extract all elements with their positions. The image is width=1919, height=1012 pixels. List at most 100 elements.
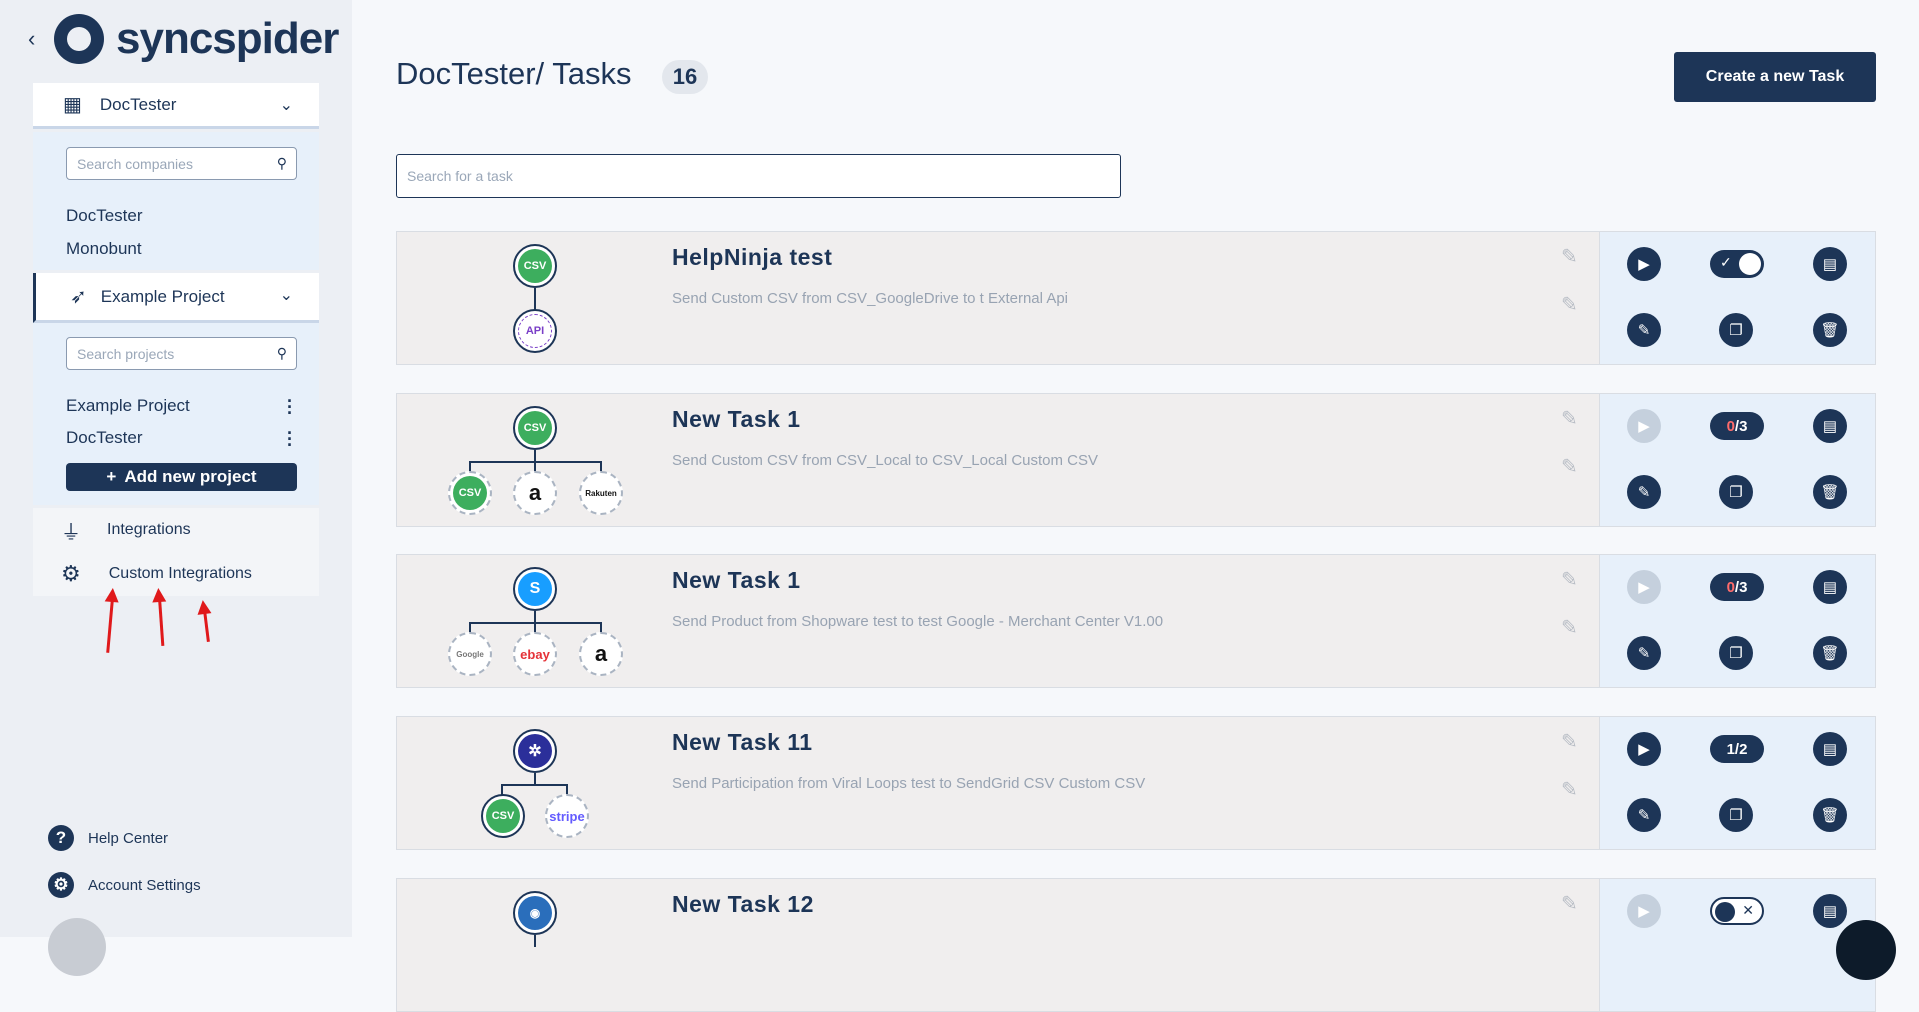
task-actions: ▶ ✕ ▤ [1599,879,1875,1011]
runs-done: 0 [1726,417,1735,435]
help-center-link[interactable]: ? Help Center [48,825,168,851]
settings-icon: ⚙ [48,872,74,898]
task-description: Send Custom CSV from CSV_GoogleDrive to … [672,290,1069,307]
logs-clipboard-icon[interactable]: ▤ [1813,894,1847,928]
task-description: Send Participation from Viral Loops test… [672,775,1146,792]
logs-clipboard-icon[interactable]: ▤ [1813,409,1847,443]
company-selector[interactable]: ▦ DocTester ⌄ [33,83,319,129]
project-item-example[interactable]: Example Project [66,396,190,416]
rocket-icon: ➶ [70,286,87,308]
task-title[interactable]: New Task 1 [672,406,801,433]
gear-icon: ⚙ [61,561,81,586]
sidebar: ‹ syncspider ▦ DocTester ⌄ Search compan… [0,0,352,976]
task-title[interactable]: New Task 12 [672,891,814,918]
task-title[interactable]: HelpNinja test [672,244,832,271]
avatar[interactable] [48,918,106,976]
plus-icon: + [106,467,117,486]
nav-custom-integrations[interactable]: ⚙ Custom Integrations [33,552,319,596]
nav-integrations[interactable]: ⏚ Integrations [33,508,319,552]
red-arrow-annotation [203,609,210,642]
edit-title-pencil-icon[interactable]: ✎ [1561,244,1578,269]
csv-label: CSV [518,411,552,445]
search-icon[interactable]: ⚲ [277,155,287,172]
run-button[interactable]: ▶ [1627,894,1661,928]
edit-task-icon[interactable]: ✎ [1627,798,1661,832]
edit-desc-pencil-icon[interactable]: ✎ [1561,615,1578,640]
helpninja-node-icon: ◉ [513,891,557,935]
company-item-monobunt[interactable]: Monobunt [66,239,142,259]
task-card: ◉ New Task 12 ✎ ▶ ✕ ▤ [396,878,1876,1012]
task-title[interactable]: New Task 11 [672,729,813,756]
edit-desc-pencil-icon[interactable]: ✎ [1561,292,1578,317]
edit-task-icon[interactable]: ✎ [1627,313,1661,347]
delete-trash-icon[interactable]: 🗑 [1813,798,1847,832]
delete-trash-icon[interactable]: 🗑 [1813,636,1847,670]
project-search-input[interactable]: Search projects ⚲ [66,337,297,370]
runs-total: /3 [1734,417,1748,435]
task-search-input[interactable]: Search for a task [396,154,1121,198]
run-count-pill: 0/3 [1710,412,1764,440]
help-icon: ? [48,825,74,851]
run-button[interactable]: ▶ [1627,732,1661,766]
edit-title-pencil-icon[interactable]: ✎ [1561,729,1578,754]
edit-desc-pencil-icon[interactable]: ✎ [1561,777,1578,802]
project-item-doctester[interactable]: DocTester [66,428,143,448]
task-title[interactable]: New Task 1 [672,567,801,594]
connector-line [501,784,567,786]
edit-task-icon[interactable]: ✎ [1627,636,1661,670]
duplicate-icon[interactable]: ❐ [1719,313,1753,347]
company-selected: DocTester [99,94,177,114]
chat-widget-button[interactable] [1836,920,1896,980]
company-item-doctester[interactable]: DocTester [66,206,143,226]
task-actions: ▶ 0/3 ▤ ✎ ❐ 🗑 [1599,555,1875,687]
red-arrow-annotation [106,597,114,653]
task-description: Send Custom CSV from CSV_Local to CSV_Lo… [672,452,1099,469]
edit-title-pencil-icon[interactable]: ✎ [1561,567,1578,592]
delete-trash-icon[interactable]: 🗑 [1813,313,1847,347]
project-selector[interactable]: ➶ Example Project ⌄ [33,273,319,323]
connector-line [534,288,536,310]
search-icon[interactable]: ⚲ [277,345,287,362]
company-search-input[interactable]: Search companies ⚲ [66,147,297,180]
stripe-node-icon: stripe [545,794,589,838]
run-button[interactable]: ▶ [1627,409,1661,443]
red-arrow-annotation [158,597,165,646]
duplicate-icon[interactable]: ❐ [1719,475,1753,509]
run-count-pill: 0/3 [1710,573,1764,601]
company-search-placeholder: Search companies [77,156,193,172]
task-active-toggle[interactable]: ✓ [1710,250,1764,278]
duplicate-icon[interactable]: ❐ [1719,636,1753,670]
logs-clipboard-icon[interactable]: ▤ [1813,732,1847,766]
project-search-placeholder: Search projects [77,346,175,362]
add-project-button[interactable]: + Add new project [66,463,297,491]
chevron-down-icon[interactable]: ⌄ [280,95,293,115]
edit-desc-pencil-icon[interactable]: ✎ [1561,454,1578,479]
nav-integrations-label: Integrations [107,521,191,538]
back-chevron-icon[interactable]: ‹ [28,26,42,52]
help-center-label: Help Center [88,829,169,847]
kebab-menu-icon[interactable]: · · · [287,392,293,422]
runs-done: 0 [1726,578,1735,596]
account-settings-link[interactable]: ⚙ Account Settings [48,872,201,898]
chevron-down-icon[interactable]: ⌄ [280,285,293,305]
task-card: CSV CSV a Rakuten New Task 1 Send Custom… [396,393,1876,527]
kebab-menu-icon[interactable]: · · · [287,424,293,454]
create-task-button[interactable]: Create a new Task [1674,52,1876,102]
run-button[interactable]: ▶ [1627,247,1661,281]
edit-title-pencil-icon[interactable]: ✎ [1561,406,1578,431]
duplicate-icon[interactable]: ❐ [1719,798,1753,832]
ebay-node-icon: ebay [513,632,557,676]
logs-clipboard-icon[interactable]: ▤ [1813,247,1847,281]
shopware-node-icon: S [513,567,557,611]
csv-node-icon: CSV [513,244,557,288]
run-button[interactable]: ▶ [1627,570,1661,604]
csv-label: CSV [486,799,520,833]
logo-row: ‹ syncspider [28,14,339,64]
edit-title-pencil-icon[interactable]: ✎ [1561,891,1578,916]
task-count-badge: 16 [662,60,708,94]
task-active-toggle[interactable]: ✕ [1710,897,1764,925]
edit-task-icon[interactable]: ✎ [1627,475,1661,509]
logs-clipboard-icon[interactable]: ▤ [1813,570,1847,604]
page-title: DocTester/ Tasks [396,56,632,91]
delete-trash-icon[interactable]: 🗑 [1813,475,1847,509]
